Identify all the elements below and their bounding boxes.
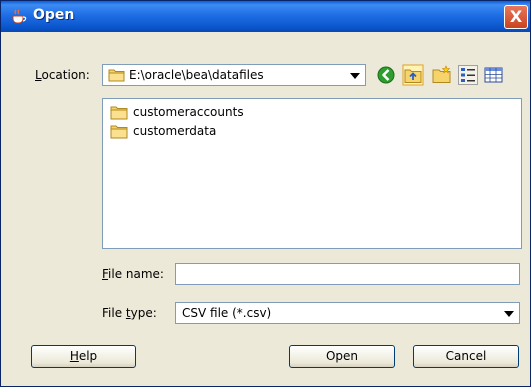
list-view-icon[interactable] [458,65,478,85]
java-cup-icon [12,9,27,24]
file-name-label: File name: [102,267,164,281]
file-name: customeraccounts [133,105,244,119]
file-name: customerdata [133,124,217,138]
chevron-down-icon[interactable] [504,311,514,317]
help-button[interactable]: Help [31,345,136,368]
open-dialog: Open X Location: E:\oracle\bea\datafiles [0,0,531,387]
open-button[interactable]: Open [289,345,395,368]
close-icon: X [509,7,523,26]
up-folder-icon[interactable] [402,64,424,86]
back-icon[interactable] [376,65,396,85]
cancel-button[interactable]: Cancel [413,345,519,368]
file-name-field[interactable] [175,263,520,285]
file-type-label: File type: [102,306,157,320]
folder-icon [110,125,128,139]
file-type-value: CSV file (*.csv) [182,306,272,320]
window-title: Open [33,7,75,23]
file-type-select[interactable]: CSV file (*.csv) [175,302,520,324]
title-bar[interactable]: Open X [1,1,530,32]
chevron-down-icon[interactable] [350,73,360,79]
location-value: E:\oracle\bea\datafiles [129,68,264,82]
close-button[interactable]: X [504,5,528,29]
new-folder-icon[interactable] [432,65,452,85]
folder-icon [110,106,128,120]
folder-icon [108,69,125,82]
file-list[interactable]: customeraccounts customerdata [102,98,522,249]
location-combo[interactable]: E:\oracle\bea\datafiles [102,64,366,86]
details-view-icon[interactable] [484,65,504,85]
location-label: Location: [35,68,90,82]
